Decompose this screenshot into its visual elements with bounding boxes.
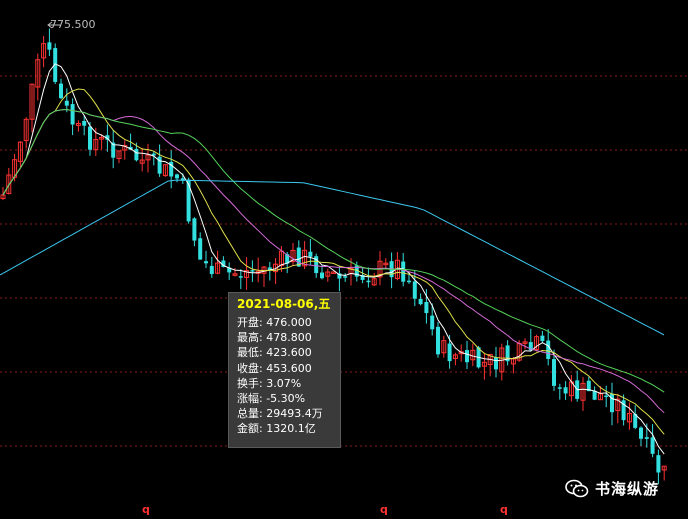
candle-body bbox=[412, 281, 417, 299]
candle-body bbox=[552, 359, 556, 386]
tooltip-row-open: 开盘: 476.000 bbox=[237, 316, 312, 329]
tooltip-change-value: -5.30% bbox=[266, 392, 306, 406]
tooltip-volume-value: 29493.4万 bbox=[266, 407, 323, 421]
tooltip-row-volume: 总量: 29493.4万 bbox=[237, 407, 323, 421]
candle-body bbox=[47, 42, 52, 50]
tooltip-high-value: 478.800 bbox=[266, 331, 312, 345]
candle-body bbox=[186, 179, 191, 222]
tooltip-row-change: 涨幅: -5.30% bbox=[237, 392, 306, 406]
tooltip-row-close: 收盘: 453.600 bbox=[237, 361, 312, 375]
tooltip-row-high: 最高: 478.800 bbox=[237, 331, 312, 345]
tooltip-row-low: 最低: 423.600 bbox=[237, 346, 312, 360]
high-price-label: 775.500 bbox=[50, 18, 96, 31]
period-marker: q bbox=[142, 503, 150, 516]
wechat-icon bbox=[565, 479, 589, 499]
candle-body bbox=[436, 326, 440, 355]
candle-body bbox=[198, 238, 203, 260]
candle-body bbox=[204, 261, 208, 264]
watermark: 书海纵游 bbox=[565, 478, 659, 499]
candle-body bbox=[650, 437, 655, 454]
candlestick-chart-canvas[interactable] bbox=[0, 0, 688, 519]
candle-body bbox=[546, 340, 551, 359]
candle-body bbox=[494, 357, 498, 370]
high-price-value: 775.500 bbox=[50, 18, 96, 31]
candle-body bbox=[430, 315, 435, 330]
candle-body bbox=[238, 276, 243, 278]
candle-body bbox=[70, 104, 75, 125]
candle-body bbox=[59, 83, 63, 99]
candle-body bbox=[192, 218, 197, 241]
tooltip-row-turnover: 换手: 3.07% bbox=[237, 376, 302, 390]
tooltip-volume-label: 总量 bbox=[237, 407, 259, 421]
tooltip-turnover-label: 换手 bbox=[237, 376, 259, 390]
candle-body bbox=[134, 148, 139, 161]
candle-body bbox=[366, 280, 371, 283]
candle-body bbox=[250, 270, 255, 272]
candle-body bbox=[175, 174, 179, 179]
tooltip-close-value: 453.600 bbox=[266, 361, 312, 375]
watermark-text: 书海纵游 bbox=[595, 480, 660, 498]
tooltip-close-label: 收盘 bbox=[237, 361, 259, 375]
tooltip-row-amount: 金额: 1320.1亿 bbox=[237, 422, 316, 436]
candle-body bbox=[447, 343, 452, 362]
candle-body bbox=[644, 437, 649, 439]
period-marker: q bbox=[380, 503, 388, 516]
candle-body bbox=[407, 280, 411, 283]
candle-body bbox=[209, 265, 214, 275]
tooltip-amount-label: 金额 bbox=[237, 422, 259, 436]
candle-body bbox=[465, 350, 469, 363]
candle-body bbox=[604, 395, 609, 398]
candle-body bbox=[88, 126, 92, 150]
candle-body bbox=[592, 390, 597, 400]
kline-chart[interactable]: 775.500 2021-08-06,五 开盘: 476.000 最高: 478… bbox=[0, 0, 688, 519]
candle-body bbox=[418, 298, 423, 305]
tooltip-low-value: 423.600 bbox=[266, 346, 312, 360]
tooltip-change-label: 涨幅 bbox=[237, 392, 259, 406]
candle-body bbox=[320, 272, 324, 279]
candle-body bbox=[557, 387, 562, 389]
tooltip-open-value: 476.000 bbox=[266, 316, 312, 329]
candle-body bbox=[343, 276, 348, 278]
candle-info-tooltip: 2021-08-06,五 开盘: 476.000 最高: 478.800 最低:… bbox=[228, 292, 341, 448]
tooltip-date: 2021-08-06,五 bbox=[237, 297, 331, 311]
candle-body bbox=[656, 455, 661, 473]
tooltip-high-label: 最高 bbox=[237, 331, 259, 345]
candle-body bbox=[424, 301, 429, 314]
candle-body bbox=[82, 121, 87, 126]
candle-body bbox=[540, 335, 545, 342]
candle-body bbox=[639, 427, 643, 439]
tooltip-amount-value: 1320.1亿 bbox=[266, 422, 316, 436]
tooltip-open-label: 开盘 bbox=[237, 316, 259, 329]
candle-body bbox=[308, 251, 313, 257]
period-marker: q bbox=[500, 503, 508, 516]
tooltip-turnover-value: 3.07% bbox=[266, 376, 302, 390]
tooltip-low-label: 最低 bbox=[237, 346, 259, 360]
candle-body bbox=[64, 100, 69, 106]
candle-body bbox=[401, 261, 406, 282]
candle-body bbox=[563, 387, 568, 394]
